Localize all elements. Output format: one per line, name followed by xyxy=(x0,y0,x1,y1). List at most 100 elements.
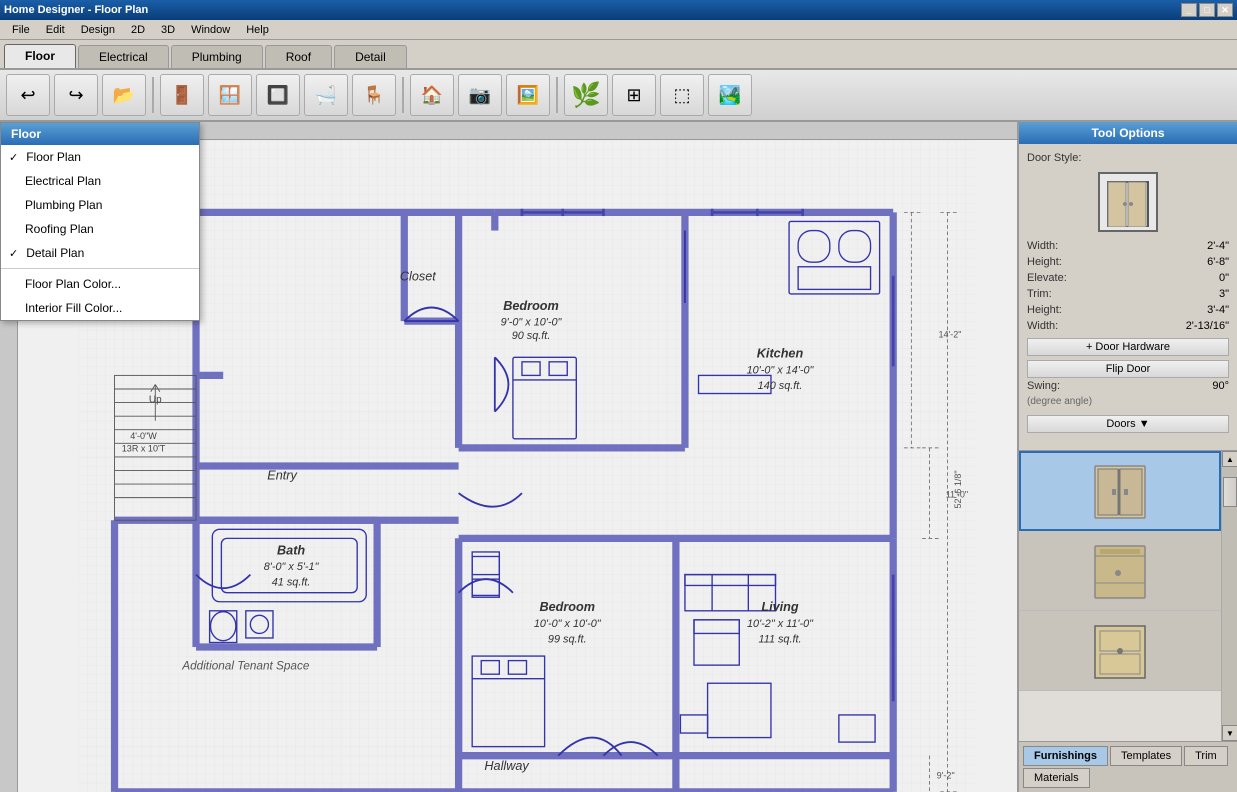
maximize-btn[interactable]: □ xyxy=(1199,3,1215,17)
tab-plumbing[interactable]: Plumbing xyxy=(171,45,263,68)
svg-text:10'-2" x 11'-0": 10'-2" x 11'-0" xyxy=(747,618,814,630)
svg-text:Living: Living xyxy=(761,600,799,614)
tab-roof[interactable]: Roof xyxy=(265,45,332,68)
thumbnail-scrollbar[interactable]: ▲ ▼ xyxy=(1221,451,1237,741)
height-value: 6'-8" xyxy=(1207,256,1229,268)
toolbar-photo-view[interactable]: 🏞️ xyxy=(708,74,752,116)
toolbar-roof-item[interactable]: 🏠 xyxy=(410,74,454,116)
menu-design[interactable]: Design xyxy=(73,22,123,38)
elevate-row: Elevate: 0" xyxy=(1027,272,1229,284)
height2-row: Height: 3'-4" xyxy=(1027,304,1229,316)
main-layout: /* ruler ticks rendered inline */ xyxy=(0,122,1237,792)
svg-text:41 sq.ft.: 41 sq.ft. xyxy=(272,576,311,588)
svg-text:Entry: Entry xyxy=(267,469,297,483)
bottom-tab-furnishings[interactable]: Furnishings xyxy=(1023,746,1108,766)
tool-options-header: Tool Options xyxy=(1019,122,1237,144)
scroll-thumb[interactable] xyxy=(1223,477,1237,507)
flip-door-btn[interactable]: Flip Door xyxy=(1027,360,1229,378)
toolbar-bath[interactable]: 🛁 xyxy=(304,74,348,116)
width-value: 2'-4" xyxy=(1207,240,1229,252)
height2-value: 3'-4" xyxy=(1207,304,1229,316)
dropdown-detail-plan[interactable]: Detail Plan xyxy=(1,241,199,265)
dropdown-floor-plan-color[interactable]: Floor Plan Color... xyxy=(1,272,199,296)
dropdown-plumbing-plan[interactable]: Plumbing Plan xyxy=(1,193,199,217)
tab-detail[interactable]: Detail xyxy=(334,45,407,68)
bottom-tab-trim[interactable]: Trim xyxy=(1184,746,1228,766)
toolbar-redo[interactable]: ↪ xyxy=(54,74,98,116)
toolbar-sep1 xyxy=(152,77,154,113)
minimize-btn[interactable]: _ xyxy=(1181,3,1197,17)
svg-text:140 sq.ft.: 140 sq.ft. xyxy=(758,380,803,392)
swing-value: 90° xyxy=(1212,380,1229,392)
dropdown-interior-fill[interactable]: Interior Fill Color... xyxy=(1,296,199,320)
svg-text:Bedroom: Bedroom xyxy=(503,299,559,313)
close-btn[interactable]: ✕ xyxy=(1217,3,1233,17)
toolbar-3d-view[interactable]: ⬚ xyxy=(660,74,704,116)
svg-text:Closet: Closet xyxy=(400,269,436,283)
scroll-up-btn[interactable]: ▲ xyxy=(1222,451,1237,467)
toolbar-undo[interactable]: ↩ xyxy=(6,74,50,116)
menu-file[interactable]: File xyxy=(4,22,38,38)
door-style-row: Door Style: xyxy=(1027,152,1229,164)
menu-help[interactable]: Help xyxy=(238,22,277,38)
toolbar-floorplan-view[interactable]: ⊞ xyxy=(612,74,656,116)
menu-bar: File Edit Design 2D 3D Window Help xyxy=(0,20,1237,40)
bottom-tab-materials[interactable]: Materials xyxy=(1023,768,1090,788)
menu-window[interactable]: Window xyxy=(183,22,238,38)
canvas-area[interactable]: /* ruler ticks rendered inline */ xyxy=(0,122,1017,792)
electrical-plan-label: Electrical Plan xyxy=(25,174,101,188)
width-label: Width: xyxy=(1027,240,1207,252)
toolbar-stairs[interactable]: 🔲 xyxy=(256,74,300,116)
door-thumb-3[interactable] xyxy=(1019,611,1221,691)
menu-3d[interactable]: 3D xyxy=(153,22,183,38)
svg-text:Up: Up xyxy=(149,395,162,406)
width-row: Width: 2'-4" xyxy=(1027,240,1229,252)
door-style-preview[interactable] xyxy=(1098,172,1158,232)
bottom-tab-templates[interactable]: Templates xyxy=(1110,746,1182,766)
right-panel: Tool Options Door Style: xyxy=(1017,122,1237,792)
plumbing-plan-label: Plumbing Plan xyxy=(25,198,102,212)
door-thumb-1[interactable] xyxy=(1019,451,1221,531)
dropdown-roofing-plan[interactable]: Roofing Plan xyxy=(1,217,199,241)
elevate-label: Elevate: xyxy=(1027,272,1219,284)
dropdown-electrical-plan[interactable]: Electrical Plan xyxy=(1,169,199,193)
toolbar-view3d[interactable]: 🖼️ xyxy=(506,74,550,116)
svg-text:Additional Tenant Space: Additional Tenant Space xyxy=(181,660,310,673)
svg-text:52'-6 1/8": 52'-6 1/8" xyxy=(953,470,963,508)
width2-row: Width: 2'-13/16" xyxy=(1027,320,1229,332)
door-hardware-btn[interactable]: + Door Hardware xyxy=(1027,338,1229,356)
width2-label: Width: xyxy=(1027,320,1186,332)
door-thumb-2[interactable] xyxy=(1019,531,1221,611)
window-controls: _ □ ✕ xyxy=(1181,3,1233,17)
tab-floor[interactable]: Floor xyxy=(4,44,76,68)
door-style-label: Door Style: xyxy=(1027,152,1229,164)
toolbar-door[interactable]: 🚪 xyxy=(160,74,204,116)
tab-bar: Floor Electrical Plumbing Roof Detail xyxy=(0,40,1237,70)
scroll-down-btn[interactable]: ▼ xyxy=(1222,725,1237,741)
menu-edit[interactable]: Edit xyxy=(38,22,73,38)
toolbar-sep3 xyxy=(556,77,558,113)
svg-text:9'-0" x 10'-0": 9'-0" x 10'-0" xyxy=(501,317,563,329)
trim-value: 3" xyxy=(1219,288,1229,300)
floor-plan-color-label: Floor Plan Color... xyxy=(25,277,121,291)
toolbar: ↩ ↪ 📂 🚪 🪟 🔲 🛁 🪑 🏠 📷 🖼️ 🌿 ⊞ ⬚ 🏞️ xyxy=(0,70,1237,122)
toolbar-green-btn[interactable]: 🌿 xyxy=(564,74,608,116)
elevate-value: 0" xyxy=(1219,272,1229,284)
svg-text:4'-0"W: 4'-0"W xyxy=(130,431,157,441)
degree-label: (degree angle) xyxy=(1027,396,1229,407)
swing-row: Swing: 90° xyxy=(1027,380,1229,392)
floor-dropdown-menu: Floor Floor Plan Electrical Plan Plumbin… xyxy=(0,122,200,321)
svg-text:Bedroom: Bedroom xyxy=(539,600,595,614)
door-thumbnail-list: ▲ ▼ xyxy=(1019,450,1237,741)
doors-dropdown-btn[interactable]: Doors ▼ xyxy=(1027,415,1229,433)
svg-text:9'-2": 9'-2" xyxy=(937,770,955,780)
dropdown-floor-plan[interactable]: Floor Plan xyxy=(1,145,199,169)
toolbar-camera[interactable]: 📷 xyxy=(458,74,502,116)
toolbar-furniture[interactable]: 🪑 xyxy=(352,74,396,116)
dropdown-divider xyxy=(1,268,199,269)
svg-text:111 sq.ft.: 111 sq.ft. xyxy=(758,634,801,646)
tab-electrical[interactable]: Electrical xyxy=(78,45,169,68)
toolbar-open[interactable]: 📂 xyxy=(102,74,146,116)
menu-2d[interactable]: 2D xyxy=(123,22,153,38)
toolbar-window[interactable]: 🪟 xyxy=(208,74,252,116)
